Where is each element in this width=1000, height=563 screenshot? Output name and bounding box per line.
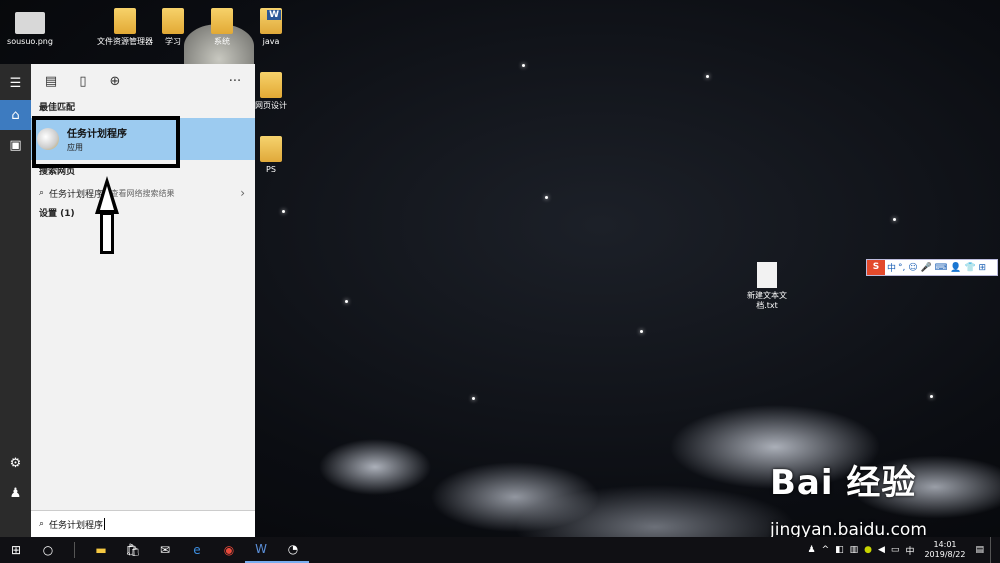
task-scheduler-taskbar-icon[interactable]: ◔ [277, 537, 309, 563]
star [706, 75, 709, 78]
windows-start-icon[interactable]: ⊞ [0, 537, 32, 563]
best-match-header: 最佳匹配 [39, 103, 76, 113]
desktop-icon-label: java [262, 37, 280, 46]
file-explorer-icon[interactable]: ▬ [85, 537, 117, 563]
store-icon[interactable]: 🛍 [117, 537, 149, 563]
clock-date: 2019/8/22 [924, 550, 966, 559]
search-input[interactable]: ⌕ 任务计划程序 [31, 510, 255, 537]
folder-icon [114, 8, 136, 34]
action-center-icon[interactable]: ▤ [975, 545, 984, 555]
ime-toolbar[interactable]: S 中 °, ☺ 🎤 ⌨ 👤 👕 ⊞ [866, 259, 998, 276]
settings-gear-icon[interactable]: ⚙ [0, 448, 31, 478]
taskbar: ⊞ ○ ▬ 🛍 ✉ e ◉ W ◔ ♟ ^ ◧ ▥ ● ◀ ▭ 中 14:01 … [0, 537, 1000, 563]
app-tray-icon[interactable]: ● [864, 545, 872, 555]
sogou-logo-icon: S [867, 260, 885, 275]
security-icon[interactable]: ◧ [835, 545, 844, 555]
baidu-watermark-logo: Bai 经验 [770, 463, 917, 503]
notebook-icon[interactable]: ▣ [0, 130, 31, 160]
people-icon[interactable]: ♟ [807, 545, 815, 555]
desktop-icon-new-text[interactable]: 新建文本文档.txt [745, 262, 789, 311]
annotation-highlight-box [32, 116, 180, 168]
more-options-button[interactable]: ··· [223, 74, 247, 89]
annotation-arrow-icon [95, 176, 119, 214]
word-icon[interactable]: W [245, 537, 277, 563]
star [282, 210, 285, 213]
clock[interactable]: 14:01 2019/8/22 [924, 540, 965, 560]
chevron-up-icon[interactable]: ^ [822, 545, 830, 555]
desktop-icon-label: 新建文本文档.txt [747, 291, 787, 310]
star [345, 300, 348, 303]
folder-icon [162, 8, 184, 34]
desktop-icon-java[interactable]: java [241, 8, 301, 47]
ime-mode[interactable]: 中 [887, 261, 896, 274]
image-file-icon [15, 12, 45, 34]
web-icon[interactable]: ⊕ [103, 74, 127, 89]
web-search-item[interactable]: ⌕ 任务计划程序 - 查看网络搜索结果 › [31, 182, 255, 204]
search-icon: ⌕ [39, 519, 45, 529]
star [545, 196, 548, 199]
hamburger-menu-icon[interactable]: ☰ [0, 68, 31, 98]
text-caret [104, 518, 106, 530]
taskbar-separator [74, 542, 75, 558]
display-icon[interactable]: ▭ [891, 545, 900, 555]
system-tray: ♟ ^ ◧ ▥ ● ◀ ▭ 中 14:01 2019/8/22 ▤ [807, 537, 1000, 563]
show-desktop-button[interactable] [990, 537, 994, 563]
ime-tools[interactable]: °, ☺ 🎤 ⌨ 👤 👕 ⊞ [898, 263, 986, 273]
chevron-right-icon[interactable]: › [240, 186, 245, 200]
mail-icon[interactable]: ✉ [149, 537, 181, 563]
document-icon[interactable]: ▯ [71, 74, 95, 89]
folder-icon [260, 136, 282, 162]
desktop-icon-label: sousuo.png [7, 37, 53, 46]
desktop-icon-sousuo[interactable]: sousuo.png [0, 12, 60, 47]
cortana-circle-icon[interactable]: ○ [32, 537, 64, 563]
ime-tray-icon[interactable]: 中 [905, 544, 914, 557]
search-input-value: 任务计划程序 [49, 520, 104, 531]
edge-icon[interactable]: e [181, 537, 213, 563]
apps-icon[interactable]: ▤ [39, 74, 63, 89]
feedback-icon[interactable]: ♟ [0, 478, 31, 508]
annotation-arrow-shaft [100, 212, 114, 254]
word-folder-icon [260, 8, 282, 34]
filter-bar: ▤ ▯ ⊕ ··· [31, 64, 255, 98]
clock-time: 14:01 [933, 540, 957, 549]
text-file-icon [757, 262, 777, 288]
home-icon[interactable]: ⌂ [0, 100, 31, 130]
folder-icon [260, 72, 282, 98]
folder-icon [211, 8, 233, 34]
start-menu-rail: ☰ ⌂ ▣ ⚙ ♟ [0, 64, 31, 537]
volume-icon[interactable]: ◀ [878, 545, 885, 555]
chrome-icon[interactable]: ◉ [213, 537, 245, 563]
search-icon: ⌕ [39, 188, 45, 198]
star [640, 330, 643, 333]
star [893, 218, 896, 221]
star [522, 64, 525, 67]
network-icon[interactable]: ▥ [850, 545, 859, 555]
settings-header[interactable]: 设置 (1) [31, 204, 255, 224]
